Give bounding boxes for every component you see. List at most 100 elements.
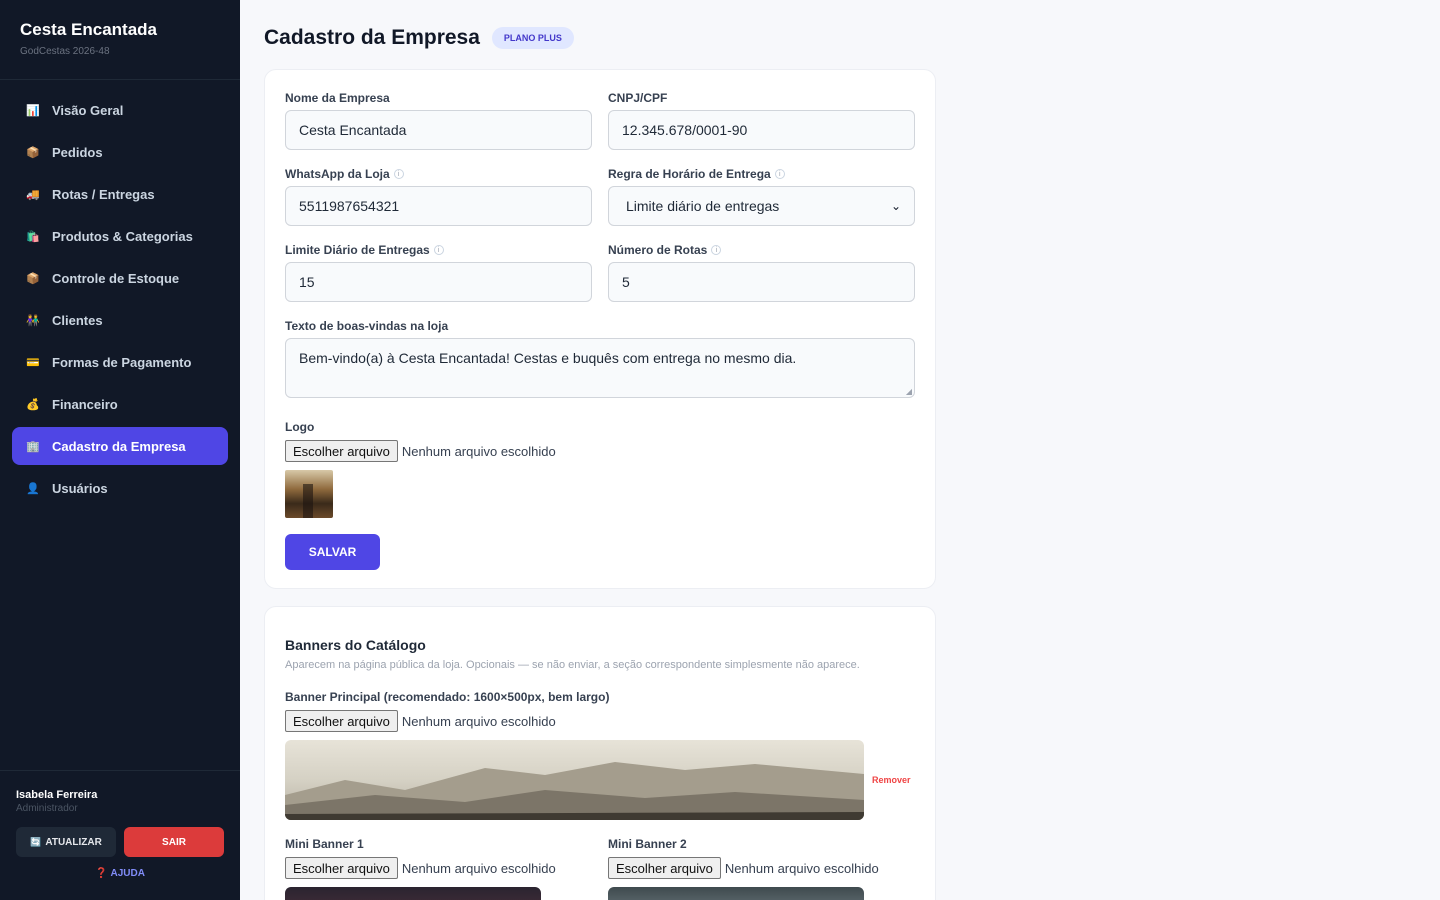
logo-file-status: Nenhum arquivo escolhido	[401, 443, 556, 459]
cnpj-label: CNPJ/CPF	[608, 91, 668, 105]
sidebar-item-label: Pedidos	[52, 144, 103, 160]
logout-button[interactable]: SAIR	[124, 827, 224, 857]
info-icon: i	[393, 169, 404, 179]
info-icon: i	[774, 169, 785, 179]
routes-label-text: Número de Rotas	[608, 243, 708, 257]
cnpj-input[interactable]: 12.345.678/0001-90	[608, 110, 915, 150]
company-name-label: Nome da Empresa	[285, 91, 390, 105]
whatsapp-label: WhatsApp da Loja i	[285, 166, 592, 182]
welcome-text-label: Texto de boas-vindas na loja	[285, 319, 449, 333]
main-banner-file-button[interactable]: Escolher arquivo	[285, 710, 398, 732]
user-role: Administrador	[16, 803, 78, 814]
company-name-input[interactable]: Cesta Encantada	[285, 110, 592, 150]
main-banner-file-picker: Escolher arquivo Nenhum arquivo escolhid…	[285, 710, 915, 732]
chart-icon: 📊	[26, 104, 40, 117]
whatsapp-label-text: WhatsApp da Loja	[285, 167, 390, 181]
mini-banner-2-file-picker: Escolher arquivo Nenhum arquivo escolhid…	[608, 857, 915, 879]
sidebar-item-produtos[interactable]: 🛍️ Produtos & Categorias	[12, 217, 228, 255]
sidebar-item-pedidos[interactable]: 📦 Pedidos	[12, 133, 228, 171]
logo-file-button[interactable]: Escolher arquivo	[285, 440, 398, 462]
remove-banner-button[interactable]: Remover	[872, 775, 911, 785]
sidebar-footer: Isabela Ferreira Administrador 🔄 ATUALIZA…	[0, 770, 240, 900]
company-form-card: Nome da Empresa Cesta Encantada CNPJ/CPF…	[264, 69, 936, 589]
logo-label: Logo	[285, 420, 315, 434]
delivery-rule-select[interactable]: Limite diário de entregas ⌄	[608, 186, 915, 226]
banners-description: Aparecem na página pública da loja. Opci…	[285, 659, 860, 671]
sidebar-item-label: Produtos & Categorias	[52, 228, 193, 244]
sidebar-item-label: Formas de Pagamento	[52, 354, 192, 370]
sidebar-item-label: Usuários	[52, 480, 108, 496]
sidebar-item-pagamento[interactable]: 💳 Formas de Pagamento	[12, 343, 228, 381]
sidebar-item-clientes[interactable]: 👫 Clientes	[12, 301, 228, 339]
sidebar-item-rotas[interactable]: 🚚 Rotas / Entregas	[12, 175, 228, 213]
resize-grip-icon[interactable]: ◢	[906, 387, 912, 396]
banners-card: Banners do Catálogo Aparecem na página p…	[264, 606, 936, 900]
mini-banner-1-label: Mini Banner 1	[285, 837, 364, 851]
delivery-rule-value: Limite diário de entregas	[626, 198, 780, 214]
logo-preview	[285, 470, 333, 518]
sidebar-item-label: Financeiro	[52, 396, 118, 412]
truck-icon: 🚚	[26, 188, 40, 201]
whatsapp-input[interactable]: 5511987654321	[285, 186, 592, 226]
routes-input[interactable]: 5	[608, 262, 915, 302]
main-banner-file-status: Nenhum arquivo escolhido	[401, 713, 556, 729]
box-icon: 📦	[26, 272, 40, 285]
daily-limit-label-text: Limite Diário de Entregas	[285, 243, 430, 257]
sidebar-item-usuarios[interactable]: 👤 Usuários	[12, 469, 228, 507]
welcome-textarea[interactable]: Bem-vindo(a) à Cesta Encantada! Cestas e…	[285, 338, 915, 398]
sidebar-item-label: Clientes	[52, 312, 103, 328]
sidebar-item-visao-geral[interactable]: 📊 Visão Geral	[12, 91, 228, 129]
brand-subtitle: GodCestas 2026-48	[20, 46, 110, 57]
building-icon: 🏢	[26, 440, 40, 453]
sidebar-item-estoque[interactable]: 📦 Controle de Estoque	[12, 259, 228, 297]
credit-card-icon: 💳	[26, 356, 40, 369]
daily-limit-label: Limite Diário de Entregas i	[285, 242, 592, 258]
question-icon: ❓	[95, 868, 108, 879]
refresh-icon: 🔄	[30, 836, 42, 847]
save-button[interactable]: SALVAR	[285, 534, 380, 570]
welcome-text-value: Bem-vindo(a) à Cesta Encantada! Cestas e…	[299, 350, 797, 366]
sidebar: Cesta Encantada GodCestas 2026-48 📊 Visão…	[0, 0, 240, 900]
info-icon: i	[711, 245, 722, 255]
routes-label: Número de Rotas i	[608, 242, 915, 258]
shopping-bags-icon: 🛍️	[26, 230, 40, 243]
mini-banner-1-file-picker: Escolher arquivo Nenhum arquivo escolhid…	[285, 857, 592, 879]
chevron-down-icon: ⌄	[890, 199, 901, 213]
people-icon: 👫	[26, 314, 40, 327]
delivery-rule-label-text: Regra de Horário de Entrega	[608, 167, 771, 181]
mini-banner-2-preview	[608, 887, 864, 900]
update-button-label: ATUALIZAR	[45, 836, 102, 848]
main-banner-preview	[285, 740, 864, 820]
mountain-landscape	[285, 762, 864, 820]
plan-badge: PLANO PLUS	[491, 27, 574, 49]
sidebar-item-label: Visão Geral	[52, 102, 124, 118]
page-header: Cadastro da Empresa PLANO PLUS	[264, 0, 936, 76]
mini-banner-2-label: Mini Banner 2	[608, 837, 687, 851]
daily-limit-input[interactable]: 15	[285, 262, 592, 302]
sidebar-item-label: Rotas / Entregas	[52, 186, 155, 202]
mini-banner-2-file-button[interactable]: Escolher arquivo	[608, 857, 721, 879]
sidebar-item-cadastro-empresa[interactable]: 🏢 Cadastro da Empresa	[12, 427, 228, 465]
sidebar-item-financeiro[interactable]: 💰 Financeiro	[12, 385, 228, 423]
mini-banner-1-preview	[285, 887, 541, 900]
mini-banner-1-file-status: Nenhum arquivo escolhido	[401, 860, 556, 876]
main-banner-label: Banner Principal (recomendado: 1600×500p…	[285, 690, 610, 704]
main-content: Cadastro da Empresa PLANO PLUS Nome da E…	[264, 0, 936, 900]
sidebar-nav: 📊 Visão Geral 📦 Pedidos 🚚 Rotas / Entregas …	[0, 80, 240, 507]
banners-title: Banners do Catálogo	[285, 637, 426, 653]
update-button[interactable]: 🔄 ATUALIZAR	[16, 827, 116, 857]
mini-banner-2-file-status: Nenhum arquivo escolhido	[724, 860, 879, 876]
help-label: AJUDA	[110, 868, 145, 879]
mini-banner-1-file-button[interactable]: Escolher arquivo	[285, 857, 398, 879]
brand-title: Cesta Encantada	[20, 20, 157, 39]
user-icon: 👤	[26, 482, 40, 495]
delivery-rule-label: Regra de Horário de Entrega i	[608, 166, 915, 182]
sidebar-item-label: Cadastro da Empresa	[52, 438, 186, 454]
logo-file-picker: Escolher arquivo Nenhum arquivo escolhid…	[285, 440, 915, 462]
page-title: Cadastro da Empresa	[264, 26, 480, 49]
brand: Cesta Encantada GodCestas 2026-48	[0, 0, 240, 80]
user-name: Isabela Ferreira	[16, 789, 98, 801]
help-link[interactable]: ❓ AJUDA	[16, 868, 224, 879]
sidebar-item-label: Controle de Estoque	[52, 270, 180, 286]
info-icon: i	[433, 245, 444, 255]
